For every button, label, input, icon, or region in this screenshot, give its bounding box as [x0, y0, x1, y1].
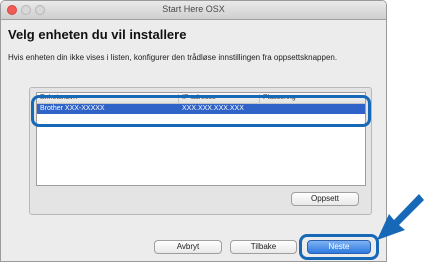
instruction-text: Hvis enheten din ikke vises i listen, ko…: [8, 53, 338, 62]
setup-button[interactable]: Oppsett: [291, 192, 359, 206]
title-bar: Start Here OSX: [1, 1, 386, 20]
arrow-pointer-icon: [377, 194, 424, 240]
cancel-button[interactable]: Avbryt: [154, 240, 222, 254]
next-button-callout-outline: [299, 234, 379, 260]
window-title: Start Here OSX: [162, 4, 225, 14]
device-callout-outline: [31, 95, 371, 127]
page-title: Velg enheten du vil installere: [8, 27, 187, 42]
back-button[interactable]: Tilbake: [230, 240, 297, 254]
